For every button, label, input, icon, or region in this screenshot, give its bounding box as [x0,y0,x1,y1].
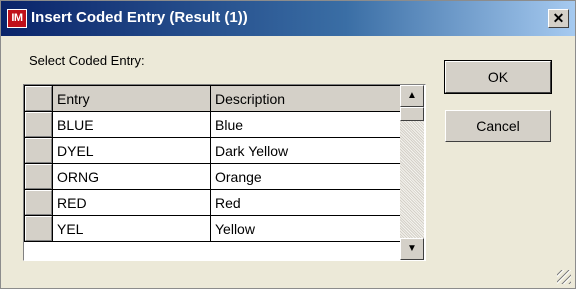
row-selector[interactable] [24,137,53,164]
column-header-entry[interactable]: Entry [52,85,211,112]
dialog-window: IM Insert Coded Entry (Result (1)) ✕ Sel… [0,0,576,289]
table-row[interactable]: DYEL Dark Yellow [24,137,402,164]
entries-table: Entry Description BLUE Blue DYEL Dark Ye… [24,85,402,242]
entry-cell[interactable]: BLUE [52,111,211,138]
table-row[interactable]: BLUE Blue [24,111,402,138]
scroll-up-arrow-icon[interactable]: ▲ [400,85,424,107]
description-cell[interactable]: Dark Yellow [210,137,402,164]
scroll-thumb[interactable] [400,107,424,121]
window-title: Insert Coded Entry (Result (1)) [31,9,248,26]
row-selector[interactable] [24,163,53,190]
cancel-button[interactable]: Cancel [445,110,551,142]
table-row[interactable]: YEL Yellow [24,215,402,242]
table-row[interactable]: ORNG Orange [24,163,402,190]
title-bar[interactable]: IM Insert Coded Entry (Result (1)) ✕ [1,1,575,36]
entry-cell[interactable]: YEL [52,215,211,242]
resize-grip-icon[interactable] [557,270,571,284]
row-selector[interactable] [24,189,53,216]
description-cell[interactable]: Yellow [210,215,402,242]
coded-entry-grid[interactable]: Entry Description BLUE Blue DYEL Dark Ye… [23,84,426,261]
row-selector-header[interactable] [24,85,53,112]
close-button[interactable]: ✕ [548,9,569,28]
entry-cell[interactable]: DYEL [52,137,211,164]
ok-button[interactable]: OK [444,60,552,94]
description-cell[interactable]: Blue [210,111,402,138]
row-selector[interactable] [24,215,53,242]
header-row: Entry Description [24,85,402,112]
vertical-scrollbar[interactable]: ▲ ▼ [400,85,424,260]
description-cell[interactable]: Red [210,189,402,216]
entry-cell[interactable]: ORNG [52,163,211,190]
entry-cell[interactable]: RED [52,189,211,216]
table-row[interactable]: RED Red [24,189,402,216]
row-selector[interactable] [24,111,53,138]
select-coded-entry-label: Select Coded Entry: [29,53,145,68]
scroll-down-arrow-icon[interactable]: ▼ [400,238,424,260]
app-logo-icon: IM [7,9,27,28]
description-cell[interactable]: Orange [210,163,402,190]
column-header-description[interactable]: Description [210,85,402,112]
